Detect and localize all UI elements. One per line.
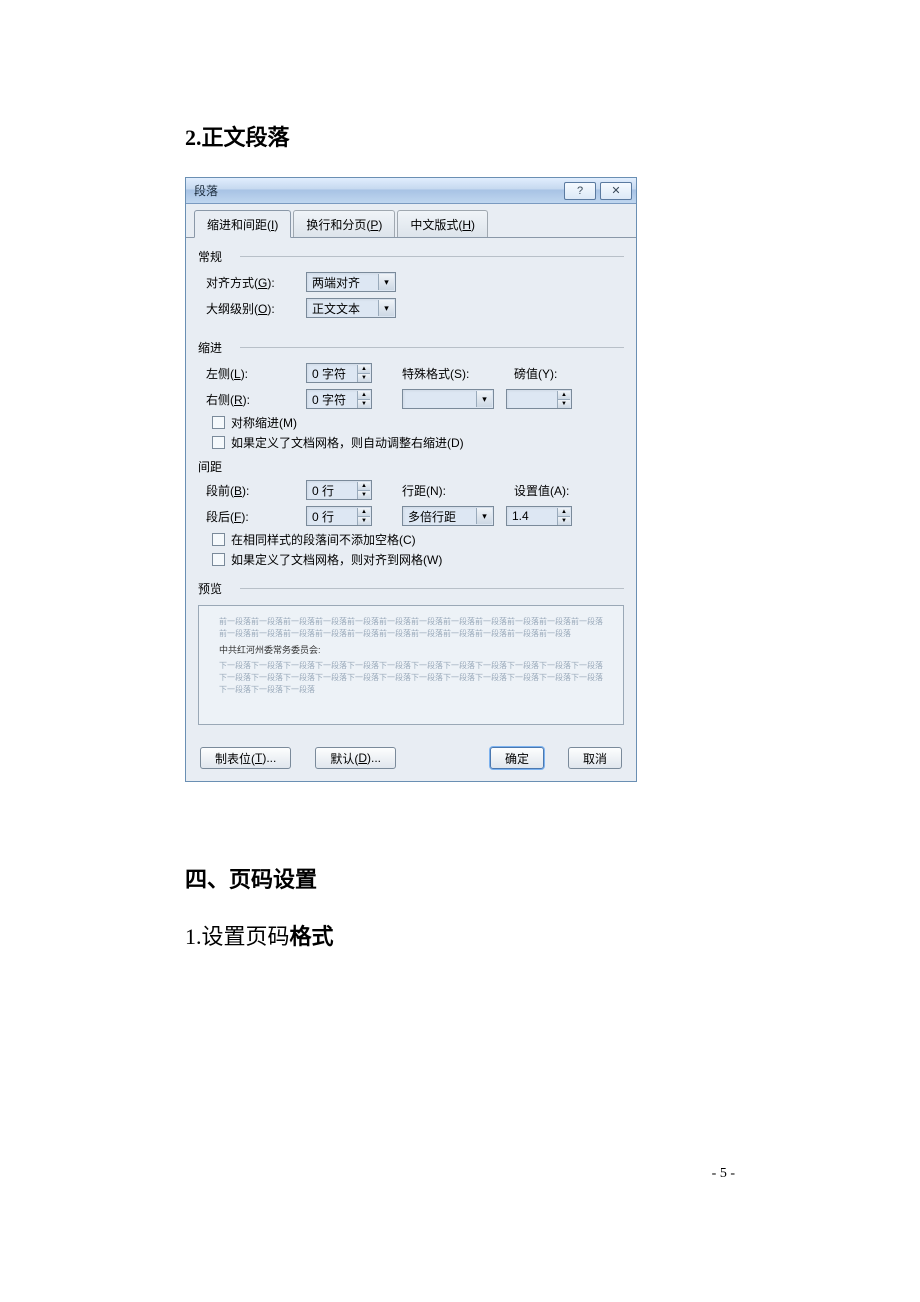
help-button[interactable]: ? xyxy=(564,182,596,200)
ok-button[interactable]: 确定 xyxy=(490,747,544,769)
label-alignment: 对齐方式(G): xyxy=(206,274,306,291)
label-space-after: 段后(F): xyxy=(206,508,306,525)
heading-prefix: 四、 xyxy=(185,867,229,892)
label-line-spacing: 行距(N): xyxy=(402,482,502,499)
heading-set-page-number-format: 1.设置页码格式 xyxy=(185,919,735,951)
left-indent-value: 0 字符 xyxy=(312,365,346,382)
spin-up-icon[interactable]: ▲ xyxy=(357,391,370,400)
outline-select[interactable]: 正文文本 ▾ xyxy=(306,298,396,318)
spin-down-icon[interactable]: ▼ xyxy=(357,374,370,382)
auto-adjust-indent-label: 如果定义了文档网格，则自动调整右缩进(D) xyxy=(231,434,464,451)
label-left-indent: 左侧(L): xyxy=(206,365,306,382)
chevron-down-icon: ▾ xyxy=(476,391,492,407)
preview-filler-top: 前一段落前一段落前一段落前一段落前一段落前一段落前一段落前一段落前一段落前一段落… xyxy=(219,616,603,640)
spin-down-icon[interactable]: ▼ xyxy=(557,400,570,408)
right-indent-spinner[interactable]: 0 字符 ▲▼ xyxy=(306,389,372,409)
dialog-titlebar: 段落 ? ✕ xyxy=(186,178,636,204)
group-indent: 缩进 xyxy=(198,335,624,358)
snap-to-grid-label: 如果定义了文档网格，则对齐到网格(W) xyxy=(231,551,442,568)
auto-adjust-indent-checkbox[interactable] xyxy=(212,436,225,449)
default-button[interactable]: 默认(D)... xyxy=(315,747,396,769)
chevron-down-icon: ▾ xyxy=(476,508,492,524)
snap-to-grid-checkbox[interactable] xyxy=(212,553,225,566)
by-value-spinner[interactable]: ▲▼ xyxy=(506,389,572,409)
spin-down-icon[interactable]: ▼ xyxy=(357,491,370,499)
spin-up-icon[interactable]: ▲ xyxy=(557,508,570,517)
heading-text: 页码设置 xyxy=(229,867,317,892)
label-outline-level: 大纲级别(O): xyxy=(206,300,306,317)
tab-label: 换行和分页( xyxy=(306,218,370,232)
alignment-select[interactable]: 两端对齐 ▾ xyxy=(306,272,396,292)
dialog-title: 段落 xyxy=(194,182,562,199)
spin-down-icon[interactable]: ▼ xyxy=(357,517,370,525)
tab-label-end: ) xyxy=(274,218,278,232)
preview-sample-text: 中共红河州委常务委员会: xyxy=(219,644,603,656)
alignment-value: 两端对齐 xyxy=(312,274,360,291)
chevron-down-icon: ▾ xyxy=(378,274,394,290)
page-number: - 5 - xyxy=(712,1166,735,1182)
group-general: 常规 xyxy=(198,244,624,267)
tab-asian-typography[interactable]: 中文版式(H) xyxy=(397,210,488,237)
space-before-value: 0 行 xyxy=(312,482,334,499)
tab-indent-spacing[interactable]: 缩进和间距(I) xyxy=(194,210,291,238)
tab-label: 中文版式( xyxy=(410,218,462,232)
preview-filler-bottom: 下一段落下一段落下一段落下一段落下一段落下一段落下一段落下一段落下一段落下一段落… xyxy=(219,660,603,696)
tab-line-page-breaks[interactable]: 换行和分页(P) xyxy=(293,210,395,237)
label-by-value: 磅值(Y): xyxy=(514,365,584,382)
tabs-button[interactable]: 制表位(T)... xyxy=(200,747,291,769)
no-space-same-style-checkbox[interactable] xyxy=(212,533,225,546)
dialog-tabs: 缩进和间距(I) 换行和分页(P) 中文版式(H) xyxy=(186,204,636,237)
subheading-bold: 格式 xyxy=(290,924,334,949)
spin-down-icon[interactable]: ▼ xyxy=(557,517,570,525)
line-spacing-select[interactable]: 多倍行距 ▾ xyxy=(402,506,494,526)
tab-hotkey: H xyxy=(462,218,471,232)
outline-value: 正文文本 xyxy=(312,300,360,317)
paragraph-dialog: 段落 ? ✕ 缩进和间距(I) 换行和分页(P) 中文版式(H) 常规 xyxy=(185,177,637,782)
close-icon: ✕ xyxy=(611,184,620,197)
label-special-format: 特殊格式(S): xyxy=(402,365,502,382)
space-after-spinner[interactable]: 0 行 ▲▼ xyxy=(306,506,372,526)
at-value-spinner[interactable]: 1.4 ▲▼ xyxy=(506,506,572,526)
cancel-button[interactable]: 取消 xyxy=(568,747,622,769)
subheading-normal: 设置页码 xyxy=(202,924,290,949)
special-format-select[interactable]: ▾ xyxy=(402,389,494,409)
tab-label-end: ) xyxy=(378,218,382,232)
group-preview: 预览 xyxy=(198,576,624,599)
line-spacing-value: 多倍行距 xyxy=(408,508,456,525)
tab-label: 缩进和间距( xyxy=(207,218,271,232)
group-spacing: 间距 xyxy=(198,454,624,475)
at-value: 1.4 xyxy=(512,509,529,523)
spin-up-icon[interactable]: ▲ xyxy=(357,482,370,491)
help-icon: ? xyxy=(577,185,583,197)
space-after-value: 0 行 xyxy=(312,508,334,525)
label-right-indent: 右侧(R): xyxy=(206,391,306,408)
tab-label-end: ) xyxy=(471,218,475,232)
spin-up-icon[interactable]: ▲ xyxy=(557,391,570,400)
no-space-same-style-label: 在相同样式的段落间不添加空格(C) xyxy=(231,531,416,548)
right-indent-value: 0 字符 xyxy=(312,391,346,408)
close-button[interactable]: ✕ xyxy=(600,182,632,200)
spin-up-icon[interactable]: ▲ xyxy=(357,508,370,517)
mirror-indents-checkbox[interactable] xyxy=(212,416,225,429)
spin-down-icon[interactable]: ▼ xyxy=(357,400,370,408)
spin-up-icon[interactable]: ▲ xyxy=(357,365,370,374)
subheading-prefix: 1. xyxy=(185,924,202,949)
preview-box: 前一段落前一段落前一段落前一段落前一段落前一段落前一段落前一段落前一段落前一段落… xyxy=(198,605,624,725)
label-at-value: 设置值(A): xyxy=(514,482,584,499)
dialog-button-bar: 制表位(T)... 默认(D)... 确定 取消 xyxy=(186,737,636,781)
mirror-indents-label: 对称缩进(M) xyxy=(231,414,297,431)
heading-page-number-setting: 四、页码设置 xyxy=(185,862,735,894)
label-space-before: 段前(B): xyxy=(206,482,306,499)
chevron-down-icon: ▾ xyxy=(378,300,394,316)
heading-body-paragraph: 2.正文段落 xyxy=(185,120,735,152)
space-before-spinner[interactable]: 0 行 ▲▼ xyxy=(306,480,372,500)
tab-panel: 常规 对齐方式(G): 两端对齐 ▾ 大纲级别(O): 正文文本 ▾ xyxy=(186,237,636,737)
left-indent-spinner[interactable]: 0 字符 ▲▼ xyxy=(306,363,372,383)
